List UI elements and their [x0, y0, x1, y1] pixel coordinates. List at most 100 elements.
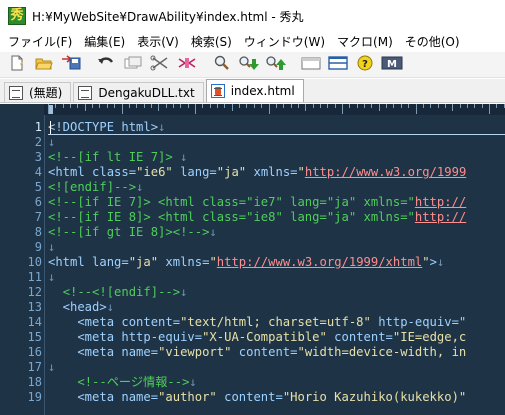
code-token: http:// — [414, 210, 467, 224]
code-line[interactable]: <!--[if gt IE 8]><!-->↓ — [48, 225, 505, 240]
split-window-button[interactable] — [327, 55, 349, 75]
code-token: lang= — [172, 165, 217, 179]
search-up-button[interactable] — [265, 55, 287, 75]
line-end-mark: ↓ — [136, 180, 144, 194]
line-end-mark: ↓ — [209, 225, 217, 239]
ruler-tick — [187, 104, 189, 108]
ruler-tick — [209, 104, 211, 108]
line-number: 9 — [34, 240, 42, 254]
code-line[interactable]: <meta name="author" content="Horio Kazuh… — [48, 390, 505, 405]
ruler-tick — [158, 104, 160, 111]
menu-other[interactable]: その他(O) — [399, 32, 466, 52]
copy-button[interactable] — [122, 55, 144, 75]
tab-bar: (無題) DengakuDLL.txt index.html — [0, 79, 505, 103]
cut-button[interactable] — [149, 55, 171, 75]
search-up-icon — [265, 55, 287, 74]
tab-2[interactable]: DengakuDLL.txt — [73, 82, 204, 102]
ruler-tick — [121, 104, 123, 114]
code-line[interactable]: <!--<![endif]-->↓ — [48, 285, 505, 300]
search-button[interactable] — [211, 55, 233, 75]
code-token: <meta http-equiv= — [48, 330, 203, 344]
code-line[interactable]: <meta content="text/html; charset=utf-8"… — [48, 315, 505, 330]
code-token: content= — [231, 345, 298, 359]
code-line[interactable]: <meta http-equiv="X-UA-Compatible" conte… — [48, 330, 505, 345]
code-token: <meta name= — [48, 390, 159, 404]
menu-search[interactable]: 検索(S) — [185, 32, 238, 52]
code-line[interactable]: <!--ページ情報-->↓ — [48, 375, 505, 390]
menu-view[interactable]: 表示(V) — [131, 32, 185, 52]
save-button[interactable] — [60, 55, 82, 75]
new-file-button[interactable] — [6, 55, 28, 75]
undo-icon — [97, 55, 115, 74]
ruler-tick — [408, 104, 410, 108]
code-line[interactable]: <html class="ie6" lang="ja" xmlns="http:… — [48, 165, 505, 180]
undo-button[interactable] — [95, 55, 117, 75]
menu-edit[interactable]: 編集(E) — [78, 32, 131, 52]
line-number: 13 — [27, 300, 42, 314]
ruler-tick — [319, 104, 321, 108]
code-line[interactable]: <meta name="viewport" content="width=dev… — [48, 345, 505, 360]
code-line[interactable]: ↓ — [48, 360, 505, 375]
code-token: "Horio Kazuhiko(kukekko)" — [282, 390, 467, 404]
line-number: 15 — [27, 330, 42, 344]
tab-1[interactable]: (無題) — [4, 82, 72, 102]
code-line[interactable]: <head>↓ — [48, 300, 505, 315]
ruler-tick — [444, 104, 446, 108]
ruler-tick — [84, 104, 86, 111]
code-token: "text/html; charset=utf-8" — [180, 315, 371, 329]
code-line[interactable]: <!--[if IE 7]> <html class="ie7" lang="j… — [48, 195, 505, 210]
ruler-tick — [364, 104, 366, 108]
paste-button[interactable] — [176, 55, 198, 75]
code-line[interactable]: <!--[if lt IE 7]> ↓ — [48, 150, 505, 165]
paste-icon — [177, 55, 197, 74]
help-button[interactable]: ? — [354, 55, 376, 75]
code-line[interactable]: <html lang="ja" xmlns="http://www.w3.org… — [48, 255, 505, 270]
ruler-tick — [48, 104, 49, 114]
title-bar[interactable]: 秀 H:¥MyWebSite¥DrawAbility¥index.html - … — [0, 0, 505, 32]
tab-3[interactable]: index.html — [205, 79, 304, 102]
line-number-gutter: 1 2 3 4 5 6 7 8 9 10 11 12 13 14 15 16 17 18 19 — [0, 115, 44, 415]
hidemaru-app-icon[interactable]: 秀 — [8, 7, 26, 25]
code-line[interactable]: ↓ — [48, 240, 505, 255]
ruler-tick — [150, 104, 152, 108]
code-token: xmlns= — [158, 255, 210, 269]
code-line[interactable]: <![endif]-->↓ — [48, 180, 505, 195]
window-button[interactable] — [300, 55, 322, 75]
menu-file[interactable]: ファイル(F) — [2, 32, 78, 52]
code-token: <!--<![endif]--> — [62, 285, 181, 299]
ruler-tick — [393, 104, 395, 108]
code-token: "ja" — [128, 255, 159, 269]
svg-text:M: M — [387, 59, 397, 70]
code-line[interactable]: <!--[if IE 8]> <html class="ie8" lang="j… — [48, 210, 505, 225]
ruler-tick — [283, 104, 285, 108]
menu-macro[interactable]: マクロ(M) — [331, 32, 399, 52]
code-token: <!--[if IE 7]> <html class="ie7" lang="j… — [48, 195, 415, 209]
gutter-separator — [44, 115, 45, 415]
search-down-button[interactable] — [238, 55, 260, 75]
code-line[interactable]: <!DOCTYPE html>↓ — [48, 120, 505, 135]
split-window-icon — [327, 55, 349, 74]
line-number: 3 — [34, 150, 42, 164]
code-token: " — [422, 255, 430, 269]
open-folder-icon — [35, 55, 53, 74]
column-ruler — [44, 104, 505, 115]
ruler-tick — [356, 104, 358, 108]
code-line[interactable]: ↓ — [48, 270, 505, 285]
ruler-tick — [246, 104, 248, 108]
line-end-mark: ↓ — [189, 375, 197, 389]
code-token: <!--[if IE 8]> <html class="ie8" lang="j… — [48, 210, 415, 224]
editor-pane[interactable]: 1 2 3 4 5 6 7 8 9 10 11 12 13 14 15 16 17 18 19 <!DOCTYPE … — [0, 104, 505, 415]
ruler-tick — [481, 104, 483, 108]
cut-icon — [150, 55, 170, 74]
macro-button[interactable]: M — [381, 55, 403, 75]
code-token: <meta name= — [48, 345, 159, 359]
code-token: "viewport" — [158, 345, 232, 359]
ruler-tick — [195, 104, 196, 114]
line-number: 18 — [27, 375, 42, 389]
line-end-mark: ↓ — [48, 135, 56, 149]
menu-window[interactable]: ウィンドウ(W) — [238, 32, 331, 52]
code-line[interactable]: ↓ — [48, 135, 505, 150]
ruler-tick — [253, 104, 255, 108]
open-folder-button[interactable] — [33, 55, 55, 75]
code-token: "author" — [158, 390, 217, 404]
